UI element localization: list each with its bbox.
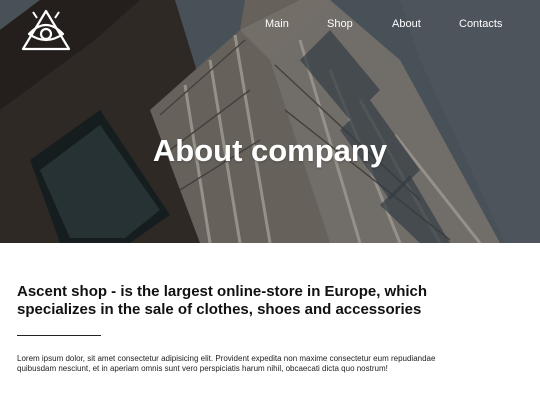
hero-section: Main Shop About Contacts About company <box>0 0 540 243</box>
nav-item-shop[interactable]: Shop <box>327 17 353 31</box>
nav-item-about[interactable]: About <box>392 17 421 31</box>
headline-divider <box>17 335 101 336</box>
page-title: About company <box>152 133 388 168</box>
about-content: Ascent shop - is the largest online-stor… <box>0 243 540 405</box>
company-headline: Ascent shop - is the largest online-stor… <box>17 283 428 318</box>
building-photo <box>0 0 540 243</box>
main-nav: Main Shop About Contacts <box>0 17 540 31</box>
nav-item-contacts[interactable]: Contacts <box>459 17 502 31</box>
company-description: Lorem ipsum dolor, sit amet consectetur … <box>17 354 436 373</box>
nav-item-main[interactable]: Main <box>265 17 289 31</box>
